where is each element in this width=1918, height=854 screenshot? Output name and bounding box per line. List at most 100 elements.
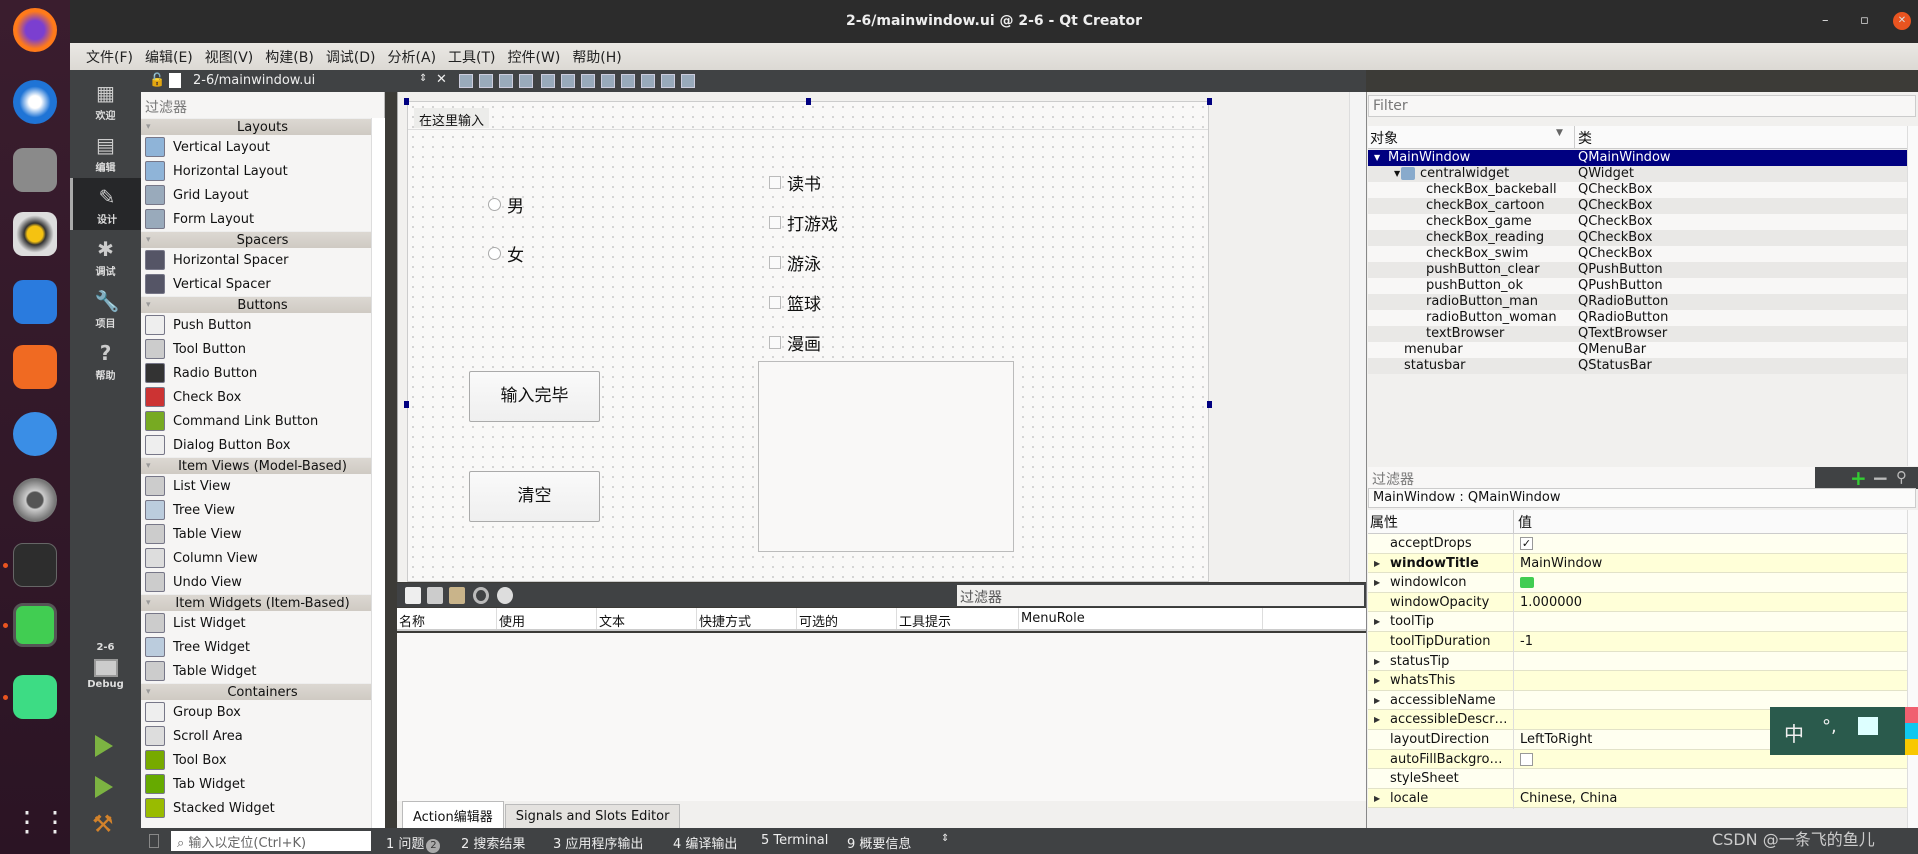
tab-signals-slots-editor[interactable]: Signals and Slots Editor [504,804,681,828]
property-row[interactable]: ▶ windowTitle MainWindow [1368,553,1910,574]
menu-item[interactable]: 调试(D) [320,47,382,67]
copy-action-icon[interactable] [427,587,443,604]
layout-h-splitter-icon[interactable] [581,74,595,88]
expand-arrow-icon[interactable]: ▶ [1374,710,1380,729]
mode-wrench[interactable]: 🔧 项目 [70,282,141,334]
object-tree-row[interactable]: checkBox_cartoon QCheckBox [1368,198,1910,214]
widget-filter-input[interactable]: 过滤器 [141,92,384,118]
edit-widgets-icon[interactable] [459,74,473,88]
adjust-size-icon[interactable] [681,74,695,88]
property-value[interactable]: Chinese, China [1520,789,1617,808]
property-row[interactable]: ▶ statusTip [1368,651,1910,672]
property-row[interactable]: ▶ whatsThis [1368,671,1910,692]
column-object[interactable]: 对象 [1370,128,1398,148]
property-filter-input[interactable]: 过滤器 [1368,467,1815,489]
resize-handle[interactable] [806,98,811,105]
push-button-clear[interactable]: 清空 [469,471,600,522]
show-apps-icon[interactable]: ⋮⋮⋮ [13,800,97,844]
expand-arrow-icon[interactable]: ▶ [1374,573,1380,592]
edit-signals-slots-icon[interactable] [479,74,493,88]
menu-item[interactable]: 工具(T) [442,47,501,67]
column-value[interactable]: 值 [1518,512,1532,532]
open-document-name[interactable]: 2-6/mainwindow.ui [193,73,315,88]
settings-icon[interactable] [13,478,57,522]
property-checkbox[interactable] [1520,752,1533,766]
app-center-icon[interactable] [13,345,57,389]
expand-arrow-icon[interactable]: ▶ [1374,691,1380,710]
document-switch-icon[interactable]: ⇕ [419,73,427,84]
output-pane-tab[interactable]: 4 编译输出 [673,833,737,852]
resize-handle[interactable] [1207,401,1212,408]
text-browser[interactable] [758,361,1014,552]
mode-document[interactable]: ▤ 编辑 [70,126,141,178]
debug-run-icon[interactable] [95,776,113,798]
shirt-icon[interactable] [1858,717,1878,735]
column-header[interactable]: 快捷方式 [697,608,797,630]
expand-arrow-icon[interactable]: ▼ [1394,166,1400,182]
widget-item[interactable]: Vertical Layout [141,135,384,159]
property-row[interactable]: ▶ toolTip [1368,612,1910,633]
widget-item[interactable]: Tree Widget [141,635,384,659]
widget-item[interactable]: Group Box [141,700,384,724]
column-header[interactable]: 名称 [397,608,497,630]
widget-item[interactable]: Tool Button [141,337,384,361]
object-tree-row[interactable]: radioButton_man QRadioButton [1368,294,1910,310]
break-layout-icon[interactable] [661,74,675,88]
expand-arrow-icon[interactable]: ▶ [1374,652,1380,671]
menu-item[interactable]: 帮助(H) [566,47,627,67]
resize-handle[interactable] [404,401,409,408]
column-class[interactable]: 类 [1578,128,1592,148]
widget-item[interactable]: Tab Widget [141,772,384,796]
resize-handle[interactable] [404,98,409,105]
configure-gear-icon[interactable] [497,587,513,604]
object-tree-row[interactable]: ▼ MainWindow QMainWindow [1368,150,1910,166]
property-value[interactable]: LeftToRight [1520,730,1592,749]
property-row[interactable]: styleSheet [1368,769,1910,790]
widget-category[interactable]: Containers [141,683,384,701]
widget-item[interactable]: Push Button [141,313,384,337]
output-pane-tab[interactable]: 1 问题 2 [386,833,441,853]
remove-property-icon[interactable]: − [1872,466,1889,490]
mode-bug[interactable]: ✱ 调试 [70,230,141,282]
close-document-icon[interactable]: ✕ [436,72,447,87]
widget-box-scrollbar[interactable] [371,118,385,828]
build-hammer-icon[interactable]: ⚒ [92,810,114,838]
mode-help[interactable]: ? 帮助 [70,334,141,386]
property-row[interactable]: ▶ windowIcon [1368,573,1910,594]
widget-category[interactable]: Item Views (Model-Based) [141,457,384,475]
expand-arrow-icon[interactable]: ▶ [1374,789,1380,808]
property-value[interactable]: 1.000000 [1520,593,1582,612]
output-pane-tab[interactable]: 2 搜索结果 [461,833,525,852]
paste-action-icon[interactable] [449,587,465,604]
tab-action-editor[interactable]: Action编辑器 [402,801,504,828]
canvas-scrollbar[interactable] [1349,92,1366,582]
mode-pencil[interactable]: ✎ 设计 [70,178,141,230]
widget-item[interactable]: Horizontal Spacer [141,248,384,272]
output-pane-tab[interactable]: 9 概要信息 [847,833,911,852]
output-pane-tab[interactable]: 5 Terminal [761,833,828,848]
thunderbird-icon[interactable] [13,80,57,124]
kit-selector[interactable]: 2-6 Debug [70,642,141,690]
rhythmbox-icon[interactable] [13,212,57,256]
menu-item[interactable]: 编辑(E) [139,47,199,67]
object-tree-row[interactable]: pushButton_clear QPushButton [1368,262,1910,278]
expand-arrow-icon[interactable]: ▶ [1374,554,1380,573]
toggle-sidebar-icon[interactable] [149,834,159,848]
object-tree-row[interactable]: textBrowser QTextBrowser [1368,326,1910,342]
column-header[interactable]: 工具提示 [897,608,1019,630]
widget-item[interactable]: Vertical Spacer [141,272,384,296]
checkbox-swim[interactable]: 游泳 [769,250,821,275]
radio-button-woman[interactable]: 女 [488,241,524,266]
column-header[interactable]: MenuRole [1019,608,1263,629]
menu-item[interactable]: 视图(V) [199,47,260,67]
widget-item[interactable]: Tree View [141,498,384,522]
object-tree-row[interactable]: ▼ centralwidget QWidget [1368,166,1910,182]
object-tree-row[interactable]: statusbar QStatusBar [1368,358,1910,374]
expand-arrow-icon[interactable]: ▶ [1374,612,1380,631]
form-menu-placeholder[interactable]: 在这里输入 [414,108,490,129]
column-header[interactable]: 使用 [497,608,597,630]
edit-buddies-icon[interactable] [499,74,513,88]
widget-item[interactable]: Undo View [141,570,384,594]
object-tree-row[interactable]: checkBox_game QCheckBox [1368,214,1910,230]
action-filter-input[interactable]: 过滤器 [957,585,1364,606]
